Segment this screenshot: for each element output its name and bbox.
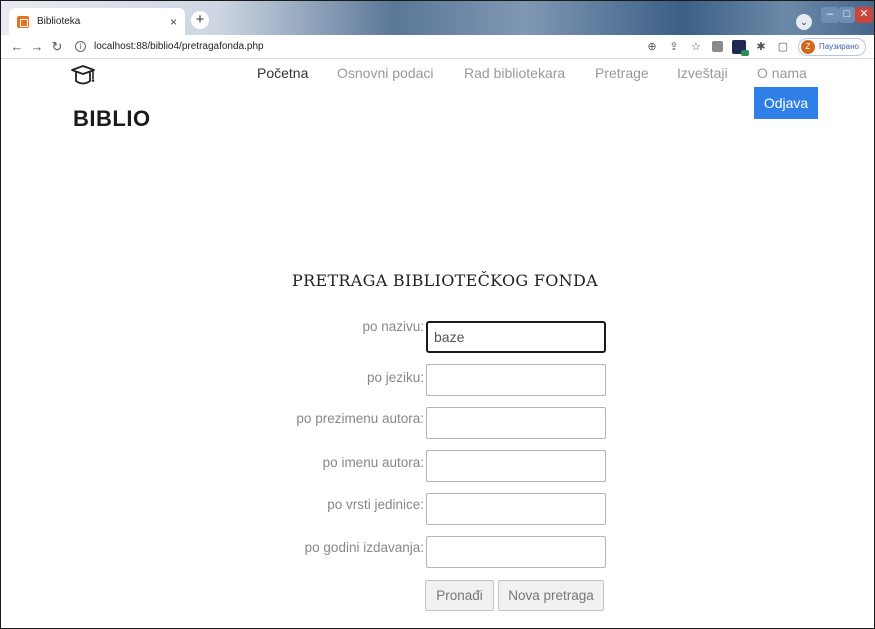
avatar: Z bbox=[800, 39, 815, 54]
side-panel-icon[interactable]: ▢ bbox=[772, 40, 794, 53]
extension-icon[interactable] bbox=[711, 41, 723, 52]
label-po-godini-izdavanja: po godini izdavanja: bbox=[304, 540, 424, 555]
graduation-cap-icon bbox=[71, 65, 95, 85]
site-info-icon[interactable]: i bbox=[75, 41, 86, 52]
label-po-vrsti-jedinice: po vrsti jedinice: bbox=[327, 497, 424, 512]
browser-tab[interactable]: Biblioteka × bbox=[9, 8, 185, 35]
language-search-input[interactable] bbox=[426, 364, 606, 396]
label-po-prezimenu-autora: po prezimenu autora: bbox=[296, 411, 424, 426]
nav-item-rad-bibliotekara[interactable]: Rad bibliotekara bbox=[464, 65, 565, 81]
author-name-input[interactable] bbox=[426, 450, 606, 482]
tab-title: Biblioteka bbox=[37, 16, 81, 27]
share-icon[interactable]: ⇪ bbox=[663, 40, 685, 53]
tab-search-icon[interactable]: ⌄ bbox=[796, 14, 812, 30]
search-button[interactable]: Pronađi bbox=[425, 580, 494, 611]
reload-icon[interactable]: ↻ bbox=[47, 39, 67, 55]
bookmark-star-icon[interactable]: ☆ bbox=[685, 40, 707, 53]
browser-title-bar: Biblioteka × + ⌄ – □ ✕ bbox=[1, 1, 874, 35]
tab-close-icon[interactable]: × bbox=[170, 15, 177, 29]
author-surname-input[interactable] bbox=[426, 407, 606, 439]
new-tab-button[interactable]: + bbox=[191, 11, 209, 29]
favicon-icon bbox=[17, 15, 29, 28]
profile-status: Паузирано bbox=[818, 42, 859, 51]
address-bar[interactable]: localhost:88/biblio4/pretragafonda.php bbox=[94, 41, 641, 52]
unit-type-input[interactable] bbox=[426, 493, 606, 525]
page-content: BIBLIO Početna Osnovni podaci Rad biblio… bbox=[1, 59, 874, 628]
nav-item-osnovni-podaci[interactable]: Osnovni podaci bbox=[337, 65, 434, 81]
publication-year-input[interactable] bbox=[426, 536, 606, 568]
browser-toolbar: ← → ↻ i localhost:88/biblio4/pretragafon… bbox=[1, 35, 874, 59]
browser-window: Biblioteka × + ⌄ – □ ✕ ← → ↻ i localhost… bbox=[0, 0, 875, 629]
zoom-icon[interactable]: ⊕ bbox=[641, 40, 663, 53]
logout-button[interactable]: Odjava bbox=[754, 87, 818, 119]
minimize-button[interactable]: – bbox=[821, 7, 839, 23]
label-po-jeziku: po jeziku: bbox=[366, 370, 424, 385]
nav-item-izvestaji[interactable]: Izveštaji bbox=[677, 65, 728, 81]
close-window-button[interactable]: ✕ bbox=[855, 7, 873, 23]
extensions-puzzle-icon[interactable]: ✱ bbox=[750, 40, 772, 53]
title-search-input[interactable] bbox=[426, 321, 606, 353]
back-arrow-icon[interactable]: ← bbox=[7, 39, 27, 54]
nav-item-o-nama[interactable]: O nama bbox=[757, 65, 807, 81]
forward-arrow-icon[interactable]: → bbox=[27, 39, 47, 54]
maximize-button[interactable]: □ bbox=[839, 7, 855, 23]
extension-badge-icon[interactable] bbox=[731, 39, 749, 56]
new-search-button[interactable]: Nova pretraga bbox=[498, 580, 604, 611]
nav-item-pocetna[interactable]: Početna bbox=[257, 65, 308, 81]
label-po-imenu-autora: po imenu autora: bbox=[322, 455, 424, 470]
nav-item-pretrage[interactable]: Pretrage bbox=[595, 65, 649, 81]
brand-logo[interactable]: BIBLIO bbox=[73, 106, 151, 132]
profile-button[interactable]: Z Паузирано bbox=[797, 37, 866, 56]
label-po-nazivu: po nazivu: bbox=[362, 319, 424, 334]
page-title: PRETRAGA BIBLIOTEČKOG FONDA bbox=[292, 271, 598, 290]
